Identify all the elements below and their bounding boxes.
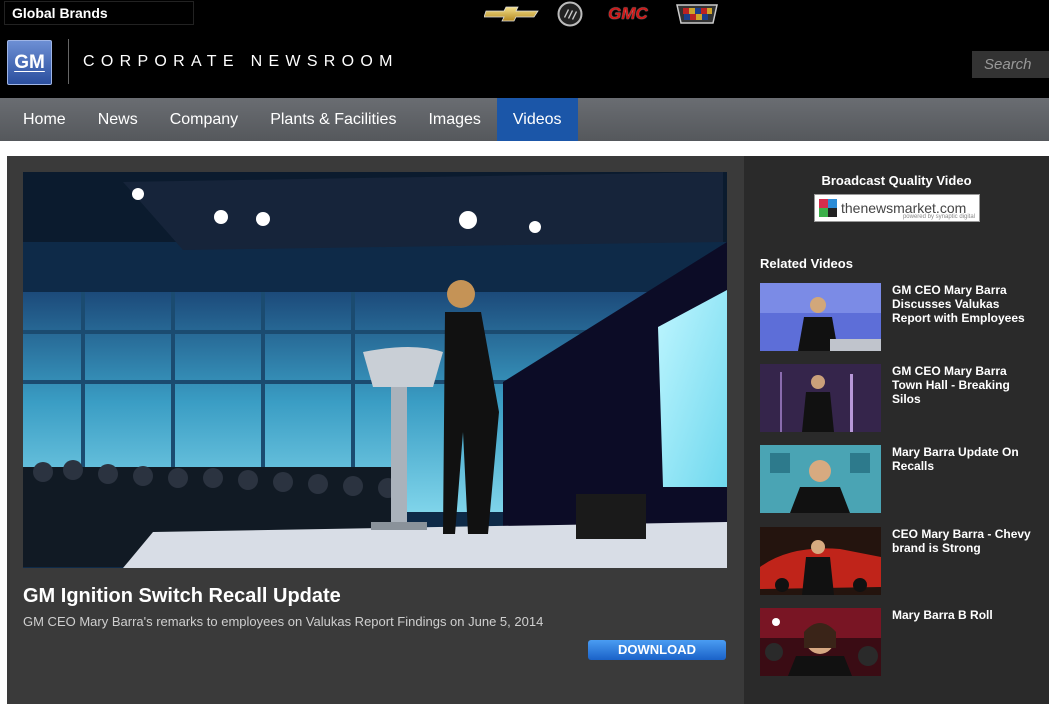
brand-bar: Global Brands GMC xyxy=(0,0,1049,29)
video-thumbnail[interactable] xyxy=(760,608,881,676)
newsmarket-subtext: powered by synaptic digital xyxy=(902,214,975,220)
gm-logo[interactable]: GM xyxy=(7,40,52,85)
broadcast-quality-title: Broadcast Quality Video xyxy=(821,173,972,188)
buick-shield-icon[interactable] xyxy=(556,1,584,27)
nav-plants-facilities[interactable]: Plants & Facilities xyxy=(254,98,412,141)
gm-logo-text: GM xyxy=(14,51,45,73)
related-video-item[interactable]: Mary Barra Update On Recalls xyxy=(760,445,1040,513)
header-divider xyxy=(68,39,69,84)
related-video-item[interactable]: Mary Barra B Roll xyxy=(760,608,1040,676)
nav-home[interactable]: Home xyxy=(0,98,82,141)
cadillac-crest-icon[interactable] xyxy=(674,2,720,26)
related-video-item[interactable]: CEO Mary Barra - Chevy brand is Strong xyxy=(760,527,1040,595)
related-video-title[interactable]: Mary Barra B Roll xyxy=(892,608,1037,622)
global-brands-dropdown[interactable]: Global Brands xyxy=(4,1,194,25)
video-thumbnail[interactable] xyxy=(760,527,881,595)
newsmarket-text: thenewsmarket.com xyxy=(841,200,967,216)
related-video-title[interactable]: GM CEO Mary Barra Town Hall - Breaking S… xyxy=(892,364,1037,406)
main-video-panel: GM Ignition Switch Recall Update GM CEO … xyxy=(7,156,744,704)
search-input[interactable] xyxy=(972,51,1049,78)
related-video-title[interactable]: CEO Mary Barra - Chevy brand is Strong xyxy=(892,527,1037,555)
nav-images[interactable]: Images xyxy=(412,98,496,141)
newsmarket-logo-icon xyxy=(819,199,837,217)
gmc-logo[interactable]: GMC xyxy=(598,2,658,26)
nav-news[interactable]: News xyxy=(82,98,154,141)
nav-videos[interactable]: Videos xyxy=(496,98,578,141)
related-video-item[interactable]: GM CEO Mary Barra Town Hall - Breaking S… xyxy=(760,364,1040,432)
page-title: CORPORATE NEWSROOM xyxy=(83,53,399,70)
sidebar: Broadcast Quality Video thenewsmarket.co… xyxy=(744,156,1049,704)
newsroom-header: GM CORPORATE NEWSROOM xyxy=(0,29,1049,98)
video-thumbnail[interactable] xyxy=(760,283,881,351)
related-video-item[interactable]: GM CEO Mary Barra Discusses Valukas Repo… xyxy=(760,283,1040,351)
main-nav: Home News Company Plants & Facilities Im… xyxy=(0,98,1049,141)
video-thumbnail[interactable] xyxy=(760,445,881,513)
video-description: GM CEO Mary Barra's remarks to employees… xyxy=(23,614,544,629)
related-videos-title: Related Videos xyxy=(760,256,853,271)
download-button[interactable]: DOWNLOAD xyxy=(588,640,726,660)
gmc-logo-text: GMC xyxy=(608,4,648,23)
video-title: GM Ignition Switch Recall Update xyxy=(23,585,341,607)
video-player[interactable] xyxy=(23,172,727,568)
related-video-title[interactable]: Mary Barra Update On Recalls xyxy=(892,445,1037,473)
thenewsmarket-link[interactable]: thenewsmarket.com powered by synaptic di… xyxy=(814,194,980,222)
nav-company[interactable]: Company xyxy=(154,98,254,141)
chevrolet-bowtie-icon[interactable] xyxy=(483,2,541,26)
video-thumbnail[interactable] xyxy=(760,364,881,432)
nav-spacer xyxy=(0,141,1049,156)
related-video-title[interactable]: GM CEO Mary Barra Discusses Valukas Repo… xyxy=(892,283,1037,325)
